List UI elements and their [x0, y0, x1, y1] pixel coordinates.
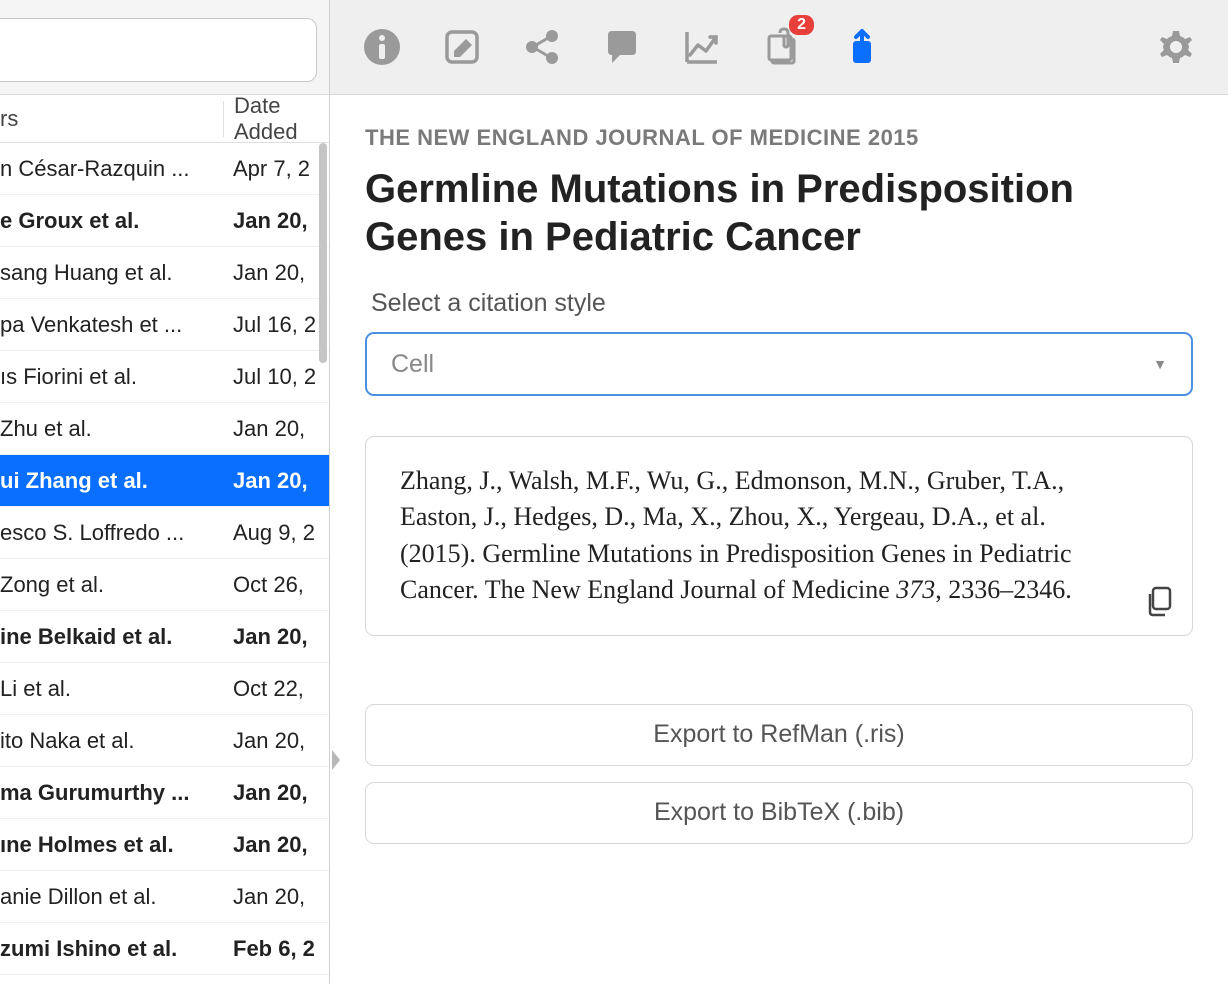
citation-style-value: Cell — [391, 350, 434, 379]
row-authors: Zhu et al. — [0, 416, 223, 442]
row-date: Jan 20, — [223, 260, 329, 286]
citation-preview: Zhang, J., Walsh, M.F., Wu, G., Edmonson… — [365, 436, 1193, 636]
row-date: Jul 10, 2 — [223, 364, 329, 390]
detail-body: THE NEW ENGLAND JOURNAL OF MEDICINE 2015… — [330, 95, 1228, 984]
row-authors: n César-Razquin ... — [0, 156, 223, 182]
citation-volume: 373 — [896, 575, 935, 604]
list-row[interactable]: anie Dillon et al.Jan 20, — [0, 871, 329, 923]
row-date: Aug 9, 2 — [223, 520, 329, 546]
list-row[interactable]: ma Gurumurthy ...Jan 20, — [0, 767, 329, 819]
settings-gear-icon[interactable] — [1154, 25, 1198, 69]
toolbar: 2 — [330, 0, 1228, 95]
row-date: Oct 22, — [223, 676, 329, 702]
export-bib-button[interactable]: Export to BibTeX (.bib) — [365, 782, 1193, 844]
list-row[interactable]: Zong et al.Oct 26, — [0, 559, 329, 611]
attachment-badge: 2 — [789, 15, 814, 35]
list-row[interactable]: n César-Razquin ...Apr 7, 2 — [0, 143, 329, 195]
citation-style-label: Select a citation style — [371, 289, 1193, 318]
row-authors: zumi Ishino et al. — [0, 936, 223, 962]
row-date: Jan 20, — [223, 416, 329, 442]
list-row[interactable]: ıne Holmes et al.Jan 20, — [0, 819, 329, 871]
row-date: Jan 20, — [223, 208, 329, 234]
export-icon[interactable] — [840, 25, 884, 69]
reference-list-pane: rs Date Added n César-Razquin ...Apr 7, … — [0, 0, 330, 984]
row-authors: ma Gurumurthy ... — [0, 780, 223, 806]
row-authors: ui Zhang et al. — [0, 468, 223, 494]
list-row[interactable]: Zhu et al.Jan 20, — [0, 403, 329, 455]
row-authors: ito Naka et al. — [0, 728, 223, 754]
list-row[interactable]: sang Huang et al.Jan 20, — [0, 247, 329, 299]
row-date: Jul 16, 2 — [223, 312, 329, 338]
attachment-icon[interactable]: 2 — [760, 25, 804, 69]
comment-icon[interactable] — [600, 25, 644, 69]
row-authors: ine Belkaid et al. — [0, 624, 223, 650]
list-row[interactable]: Li et al.Oct 22, — [0, 663, 329, 715]
citation-style-select[interactable]: Cell ▼ — [365, 332, 1193, 396]
row-date: Jan 20, — [223, 780, 329, 806]
list-row[interactable]: ıs Fiorini et al.Jul 10, 2 — [0, 351, 329, 403]
row-authors: anie Dillon et al. — [0, 884, 223, 910]
row-authors: Li et al. — [0, 676, 223, 702]
citation-text-post: , 2336–2346. — [935, 575, 1072, 604]
export-ris-button[interactable]: Export to RefMan (.ris) — [365, 704, 1193, 766]
info-icon[interactable] — [360, 25, 404, 69]
copy-icon[interactable] — [1144, 585, 1174, 617]
list-body: n César-Razquin ...Apr 7, 2e Groux et al… — [0, 143, 329, 984]
share-icon[interactable] — [520, 25, 564, 69]
search-input[interactable] — [0, 18, 317, 82]
row-date: Jan 20, — [223, 728, 329, 754]
list-row[interactable]: ui Zhang et al.Jan 20, — [0, 455, 329, 507]
row-authors: pa Venkatesh et ... — [0, 312, 223, 338]
journal-year: THE NEW ENGLAND JOURNAL OF MEDICINE 2015 — [365, 125, 1193, 151]
row-authors: ıne Holmes et al. — [0, 832, 223, 858]
row-date: Feb 6, 2 — [223, 936, 329, 962]
stats-icon[interactable] — [680, 25, 724, 69]
row-date: Apr 7, 2 — [223, 156, 329, 182]
dropdown-arrow-icon: ▼ — [1153, 356, 1167, 372]
paper-title: Germline Mutations in Predisposition Gen… — [365, 165, 1193, 261]
column-header-date-added[interactable]: Date Added — [223, 101, 329, 137]
row-date: Jan 20, — [223, 624, 329, 650]
list-row[interactable]: ine Belkaid et al.Jan 20, — [0, 611, 329, 663]
list-row[interactable]: ito Naka et al.Jan 20, — [0, 715, 329, 767]
search-area — [0, 0, 329, 95]
row-date: Jan 20, — [223, 884, 329, 910]
list-row[interactable]: esco S. Loffredo ...Aug 9, 2 — [0, 507, 329, 559]
column-header-authors[interactable]: rs — [0, 106, 223, 132]
list-header: rs Date Added — [0, 95, 329, 143]
row-authors: Zong et al. — [0, 572, 223, 598]
row-date: Jan 20, — [223, 832, 329, 858]
scrollbar-thumb[interactable] — [319, 143, 327, 363]
list-row[interactable]: e Groux et al.Jan 20, — [0, 195, 329, 247]
row-authors: e Groux et al. — [0, 208, 223, 234]
row-authors: esco S. Loffredo ... — [0, 520, 223, 546]
row-authors: ıs Fiorini et al. — [0, 364, 223, 390]
edit-icon[interactable] — [440, 25, 484, 69]
row-authors: sang Huang et al. — [0, 260, 223, 286]
detail-pane: 2 THE NEW ENGLAND JOURNAL OF MEDICINE 20… — [330, 0, 1228, 984]
row-date: Oct 26, — [223, 572, 329, 598]
list-row[interactable]: pa Venkatesh et ...Jul 16, 2 — [0, 299, 329, 351]
list-row[interactable]: zumi Ishino et al.Feb 6, 2 — [0, 923, 329, 975]
row-date: Jan 20, — [223, 468, 329, 494]
collapse-handle-icon[interactable] — [328, 746, 346, 781]
